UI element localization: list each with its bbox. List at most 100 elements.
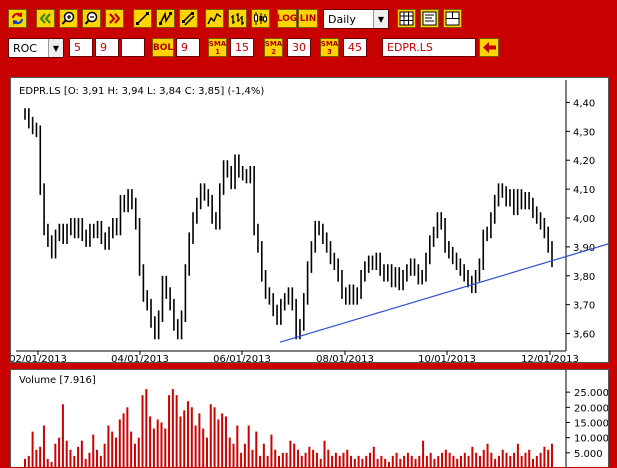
period-select[interactable]: Daily ▼ xyxy=(323,9,389,29)
volume-bar xyxy=(539,452,542,468)
volume-bar xyxy=(61,404,64,468)
sma2-label: SMA xyxy=(264,39,283,48)
volume-bar xyxy=(54,443,57,468)
indicator-param3-field[interactable] xyxy=(121,38,145,57)
volume-bar xyxy=(281,452,284,468)
volume-bar xyxy=(274,449,277,468)
refresh-icon xyxy=(12,12,23,25)
scroll-back-button[interactable] xyxy=(36,9,55,28)
scroll-forward-button[interactable] xyxy=(105,9,124,28)
volume-bar xyxy=(217,419,220,468)
volume-bar xyxy=(406,452,409,468)
volume-bar xyxy=(505,452,508,468)
log-scale-button[interactable]: LOG xyxy=(277,9,297,28)
volume-bar xyxy=(198,413,201,468)
volume-bar xyxy=(240,452,243,468)
sma3-period-field[interactable]: 45 xyxy=(343,38,367,57)
volume-bar xyxy=(228,437,231,468)
list-layout-button[interactable] xyxy=(420,9,439,28)
volume-bar xyxy=(463,452,466,468)
volume-bar xyxy=(478,455,481,468)
volume-tick-label: 15.000 xyxy=(574,418,608,429)
list-layout-icon xyxy=(422,11,437,26)
split-layout-button[interactable] xyxy=(443,9,462,28)
volume-bar xyxy=(205,437,208,468)
sma2-number: 2 xyxy=(271,47,276,56)
line-draw-icon xyxy=(136,12,149,25)
sma1-button[interactable]: SMA 1 xyxy=(208,38,227,57)
volume-bar xyxy=(232,443,235,468)
volume-bar xyxy=(103,443,106,468)
volume-tick-label: 5.000 xyxy=(574,449,603,460)
linear-scale-button[interactable]: LIN xyxy=(298,9,318,28)
zoom-in-button[interactable] xyxy=(59,9,78,28)
bar-chart-button[interactable] xyxy=(228,9,247,28)
volume-bar xyxy=(111,431,114,468)
volume-chart[interactable]: 25.000 20.000 15.000 10.000 5.000 xyxy=(11,370,608,468)
indicator-param1-field[interactable]: 5 xyxy=(69,38,93,57)
zoom-out-button[interactable] xyxy=(82,9,101,28)
line-chart-button[interactable] xyxy=(205,9,224,28)
volume-bar xyxy=(152,428,155,468)
grid-layout-button[interactable] xyxy=(397,9,416,28)
volume-bar xyxy=(418,455,421,468)
volume-bar xyxy=(160,422,163,468)
volume-bar xyxy=(520,455,523,468)
bollinger-period-field[interactable]: 9 xyxy=(176,38,200,57)
volume-tick-label: 10.000 xyxy=(574,434,608,445)
line-chart-icon xyxy=(207,12,222,25)
volume-bar xyxy=(80,440,83,468)
volume-bar xyxy=(289,440,292,468)
indicator-select-value: ROC xyxy=(13,41,37,55)
chevron-down-icon: ▼ xyxy=(373,10,388,28)
volume-bar xyxy=(130,431,133,468)
candlestick-chart-button[interactable] xyxy=(251,9,270,28)
split-layout-icon xyxy=(445,11,460,26)
price-tick-label: 3,70 xyxy=(573,301,595,312)
volume-bar xyxy=(221,413,224,468)
volume-bar xyxy=(467,455,470,468)
volume-bar xyxy=(141,395,144,468)
date-tick-label: 12/01/2013 xyxy=(521,354,579,362)
volume-bar xyxy=(194,425,197,468)
volume-bar xyxy=(437,455,440,468)
symbol-input[interactable]: EDPR.LS xyxy=(382,38,476,57)
volume-bar xyxy=(285,452,288,468)
volume-bar xyxy=(122,413,125,468)
indicator-param2-field[interactable]: 9 xyxy=(95,38,119,57)
volume-bar xyxy=(187,401,190,468)
draw-multi-line-button[interactable] xyxy=(156,9,175,28)
refresh-button[interactable] xyxy=(8,9,27,28)
volume-bar xyxy=(312,449,315,468)
multi-line-draw-icon xyxy=(159,11,172,25)
zoom-in-icon xyxy=(61,11,75,25)
volume-bar xyxy=(475,452,478,468)
date-tick-label: 06/01/2013 xyxy=(213,354,271,362)
sma1-period-field[interactable]: 15 xyxy=(230,38,254,57)
volume-bar xyxy=(338,455,341,468)
volume-bar xyxy=(107,425,110,468)
volume-bar xyxy=(490,452,493,468)
volume-bar xyxy=(209,404,212,468)
sma3-button[interactable]: SMA 3 xyxy=(320,38,339,57)
bollinger-button[interactable]: BOL xyxy=(152,38,174,57)
draw-channel-button[interactable] xyxy=(179,9,198,28)
sma2-period-field[interactable]: 30 xyxy=(287,38,311,57)
volume-bar xyxy=(31,431,34,468)
channel-draw-icon xyxy=(182,12,195,26)
sma2-button[interactable]: SMA 2 xyxy=(264,38,283,57)
price-chart[interactable]: 4,404,304,204,104,003,903,803,703,6002/0… xyxy=(11,78,608,362)
indicator-select[interactable]: ROC ▼ xyxy=(8,38,64,58)
volume-bar xyxy=(300,455,303,468)
date-tick-label: 08/01/2013 xyxy=(316,354,374,362)
double-left-chevron-icon xyxy=(39,13,51,24)
go-button[interactable] xyxy=(479,38,499,57)
volume-bar xyxy=(331,455,334,468)
volume-bar xyxy=(372,446,375,468)
volume-bar xyxy=(528,449,531,468)
draw-line-button[interactable] xyxy=(133,9,152,28)
volume-bar xyxy=(27,455,30,468)
volume-bar xyxy=(308,446,311,468)
volume-bar xyxy=(164,428,167,468)
volume-bar xyxy=(315,452,318,468)
